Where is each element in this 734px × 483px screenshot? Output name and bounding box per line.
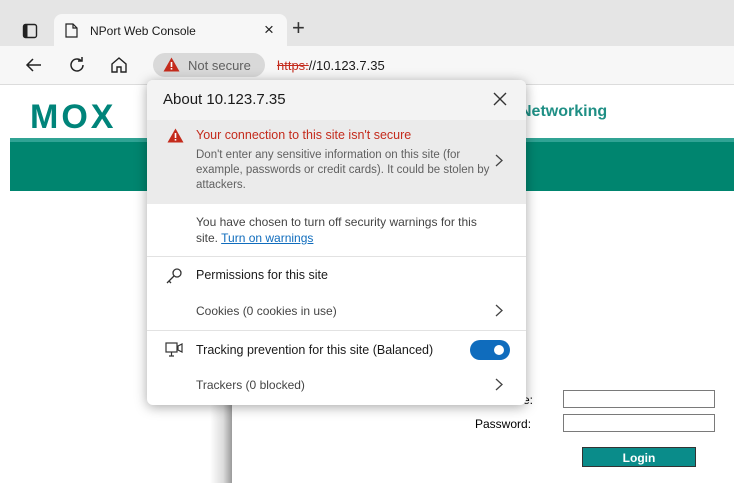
back-icon[interactable] [25,56,43,79]
toggle-knob [494,345,504,355]
new-tab-button[interactable]: + [292,17,305,39]
trackers-row[interactable]: Trackers (0 blocked) [147,368,526,402]
password-input[interactable] [563,414,715,432]
connection-warning-row[interactable]: Your connection to this site isn't secur… [147,120,526,204]
warning-icon [167,128,184,148]
trackers-label: Trackers (0 blocked) [196,378,305,392]
tab-actions-icon[interactable] [22,23,38,39]
not-secure-label: Not secure [188,58,251,73]
home-icon[interactable] [110,56,128,79]
chevron-right-icon [495,378,503,396]
key-icon [165,267,183,290]
browser-tab[interactable]: NPort Web Console × [54,14,287,46]
tracking-prevention-icon [165,342,183,363]
tab-strip: NPort Web Console × + [0,0,734,46]
tracking-label: Tracking prevention for this site (Balan… [196,343,434,357]
warning-title: Your connection to this site isn't secur… [196,128,412,142]
warnings-off-text: You have chosen to turn off security war… [196,214,496,246]
turn-on-warnings-link[interactable]: Turn on warnings [221,231,313,245]
popup-title: About 10.123.7.35 [163,91,286,108]
chevron-right-icon [495,304,503,322]
username-input[interactable] [563,390,715,408]
tab-title: NPort Web Console [90,24,196,38]
refresh-icon[interactable] [68,56,86,79]
tracking-toggle[interactable] [470,340,510,360]
login-button[interactable]: Login [582,447,696,467]
close-icon[interactable] [492,91,508,112]
warning-icon [163,57,180,77]
warning-body: Don't enter any sensitive information on… [196,149,490,191]
address-bar[interactable]: https://10.123.7.35 [277,58,385,73]
permissions-label: Permissions for this site [196,268,328,282]
password-label: Password: [475,417,532,431]
chevron-right-icon [495,154,503,172]
header-text: Networking [520,103,608,120]
cookies-label: Cookies (0 cookies in use) [196,304,337,318]
close-tab-icon[interactable]: × [264,20,274,40]
url-scheme: https: [277,58,309,73]
moxa-logo: MOX [30,98,117,136]
divider [147,256,526,257]
site-info-popup: About 10.123.7.35 Your connection to thi… [147,80,526,405]
divider [147,330,526,331]
popup-header: About 10.123.7.35 [147,80,526,120]
url-host: //10.123.7.35 [308,58,385,73]
page-icon [65,23,78,43]
not-secure-chip[interactable]: Not secure [153,53,265,77]
cookies-row[interactable]: Cookies (0 cookies in use) [147,294,526,328]
